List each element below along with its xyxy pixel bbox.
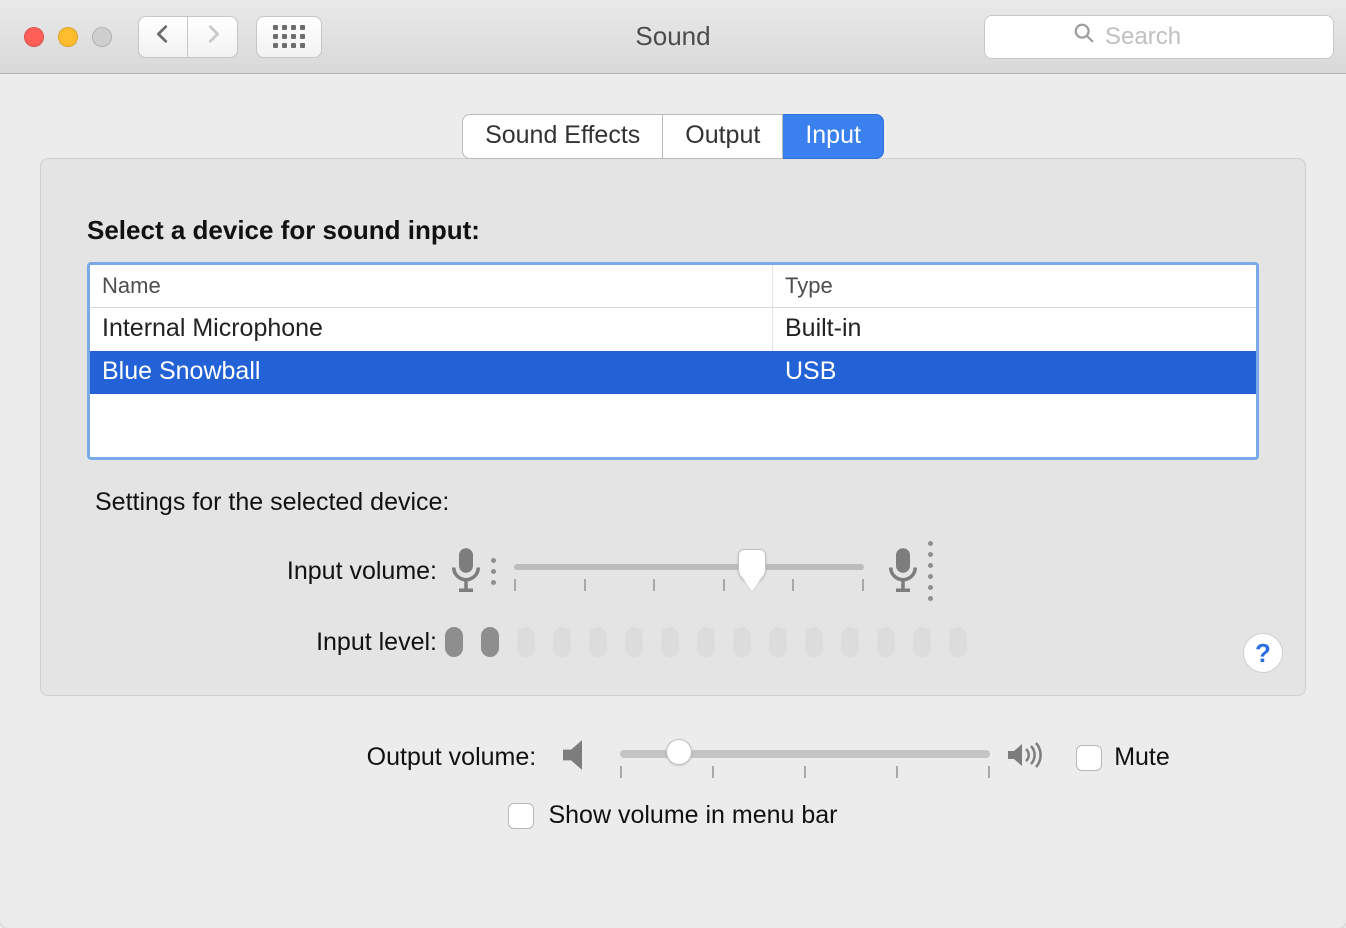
footer: Output volume: Mute Show volume in menu … (0, 696, 1346, 860)
tab-input[interactable]: Input (783, 114, 884, 159)
tabs: Sound Effects Output Input (40, 114, 1306, 159)
search-input[interactable] (1105, 23, 1245, 51)
traffic-lights (24, 27, 112, 47)
show-volume-menubar-checkbox[interactable] (508, 803, 534, 829)
forward-button[interactable] (188, 16, 238, 58)
output-volume-label: Output volume: (176, 743, 544, 772)
input-volume-label: Input volume: (87, 557, 445, 586)
help-button[interactable]: ? (1243, 633, 1283, 673)
close-button[interactable] (24, 27, 44, 47)
slider-thumb[interactable] (738, 549, 766, 583)
select-device-label: Select a device for sound input: (87, 215, 1259, 246)
device-row-internal-mic[interactable]: Internal Microphone Built-in (90, 308, 1256, 351)
device-table-header: Name Type (90, 265, 1256, 308)
nav-segmented (138, 16, 238, 58)
tab-output[interactable]: Output (663, 114, 783, 159)
microphone-low-icon (445, 546, 496, 596)
input-volume-row: Input volume: (87, 541, 1259, 601)
back-button[interactable] (138, 16, 188, 58)
output-volume-slider[interactable] (620, 738, 990, 778)
device-table: Name Type Internal Microphone Built-in B… (87, 262, 1259, 460)
mute-label: Mute (1114, 743, 1170, 772)
microphone-high-icon (882, 541, 933, 601)
zoom-button[interactable] (92, 27, 112, 47)
device-type: USB (772, 351, 1256, 394)
minimize-button[interactable] (58, 27, 78, 47)
show-all-button[interactable] (256, 16, 322, 58)
output-volume-row: Output volume: Mute (40, 736, 1306, 779)
input-level-row: Input level: (87, 627, 1259, 657)
speaker-low-icon (560, 736, 604, 779)
titlebar: Sound (0, 0, 1346, 74)
search-icon (1073, 22, 1095, 51)
settings-label: Settings for the selected device: (95, 488, 1259, 517)
device-name: Blue Snowball (90, 351, 772, 394)
chevron-right-icon (202, 21, 224, 52)
search-field[interactable] (984, 15, 1334, 59)
column-name[interactable]: Name (90, 265, 772, 307)
input-level-meter (445, 627, 967, 657)
input-panel: Select a device for sound input: Name Ty… (40, 158, 1306, 696)
mute-group: Mute (1076, 743, 1170, 772)
show-volume-menubar-group: Show volume in menu bar (508, 801, 837, 830)
column-type[interactable]: Type (772, 265, 1256, 307)
grid-icon (273, 25, 305, 48)
slider-thumb[interactable] (666, 739, 692, 765)
content: Sound Effects Output Input Select a devi… (0, 74, 1346, 696)
chevron-left-icon (152, 21, 174, 52)
input-volume-slider[interactable] (514, 551, 864, 591)
device-row-blue-snowball[interactable]: Blue Snowball USB (90, 351, 1256, 394)
speaker-high-icon (1006, 736, 1050, 779)
device-type: Built-in (772, 308, 1256, 351)
tab-sound-effects[interactable]: Sound Effects (462, 114, 663, 159)
mute-checkbox[interactable] (1076, 745, 1102, 771)
sound-preferences-window: Sound Sound Effects Output Input Select … (0, 0, 1346, 928)
device-name: Internal Microphone (90, 308, 772, 351)
input-level-label: Input level: (87, 628, 445, 657)
show-volume-menubar-label: Show volume in menu bar (548, 801, 837, 830)
